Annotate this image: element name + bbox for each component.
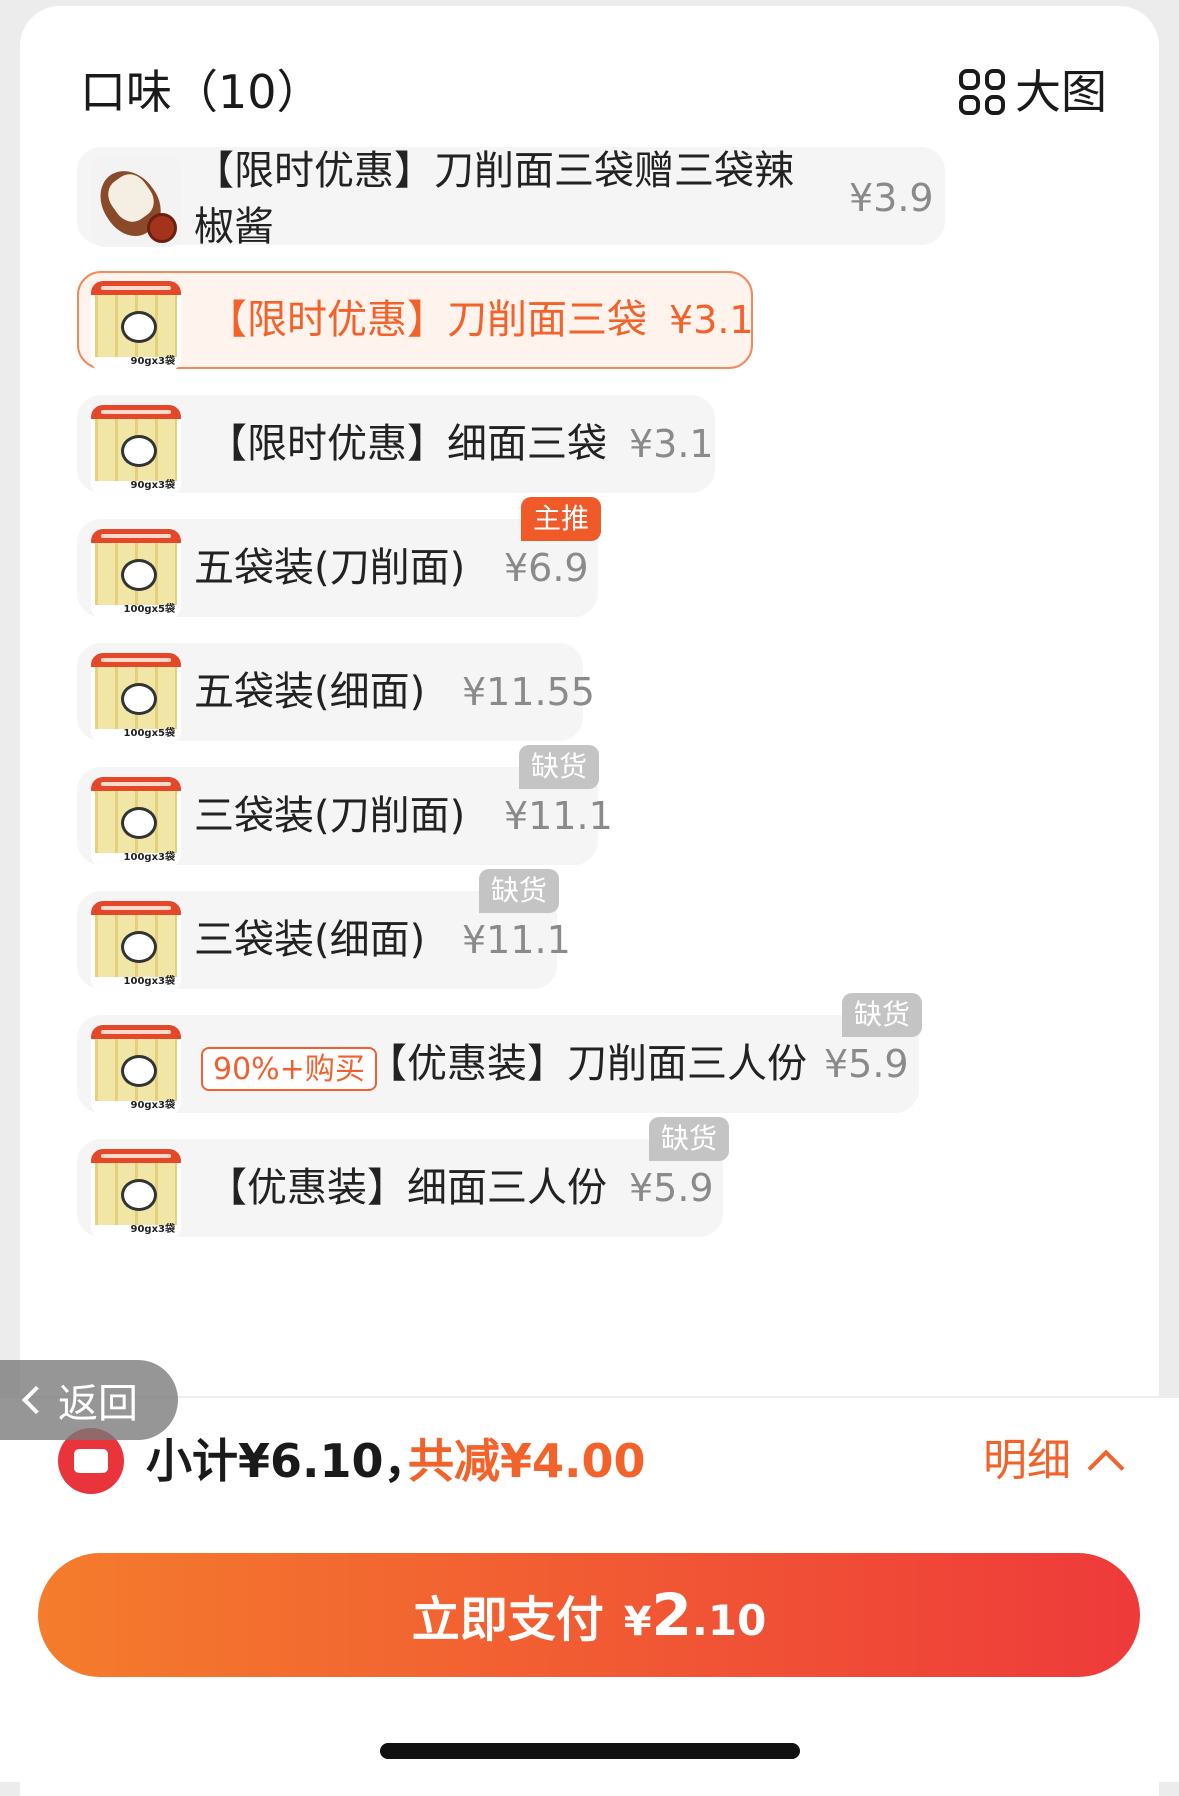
product-thumbnail bbox=[91, 157, 181, 247]
out-of-stock-badge: 缺货 bbox=[519, 745, 600, 789]
out-of-stock-badge: 缺货 bbox=[842, 993, 923, 1037]
option-name: 【限时优惠】刀削面三袋 bbox=[207, 297, 647, 343]
detail-toggle[interactable]: 明细 bbox=[983, 1428, 1125, 1494]
product-thumbnail: 100gx5袋 bbox=[91, 653, 181, 743]
option-name: 【优惠装】刀削面三人份 bbox=[367, 1041, 807, 1087]
product-thumbnail: 90gx3袋 bbox=[91, 1025, 181, 1115]
big-view-toggle[interactable]: 大图 bbox=[959, 64, 1107, 120]
option-name: 【限时优惠】细面三袋 bbox=[207, 421, 607, 467]
option-price: ¥3.1 bbox=[629, 422, 714, 466]
option-name: 五袋装(刀削面) bbox=[194, 545, 466, 591]
option-price: ¥5.9 bbox=[629, 1166, 714, 1210]
option-item[interactable]: 100gx5袋 五袋装(细面) ¥11.55 bbox=[77, 643, 595, 743]
option-price: ¥11.55 bbox=[462, 670, 595, 714]
option-item-selected[interactable]: 90gx3袋 【限时优惠】刀削面三袋 ¥3.1 bbox=[77, 271, 754, 371]
option-item[interactable]: 90gx3袋 90%+购买 【优惠装】刀削面三人份 ¥5.9 缺货 bbox=[77, 993, 923, 1115]
pay-now-button[interactable]: 立即支付 ¥2.10 bbox=[38, 1553, 1140, 1677]
recommend-badge: 主推 bbox=[521, 497, 602, 541]
home-indicator[interactable] bbox=[380, 1743, 800, 1759]
option-price: ¥3.9 bbox=[849, 176, 934, 220]
section-title: 口味（10） bbox=[80, 65, 323, 119]
checkout-footer: 小计¥6.10， 共减¥4.00 明细 立即支付 ¥2.10 bbox=[0, 1396, 1179, 1782]
option-name: 三袋装(细面) bbox=[194, 917, 426, 963]
pay-label: 立即支付 bbox=[411, 1592, 604, 1648]
out-of-stock-badge: 缺货 bbox=[649, 1117, 730, 1161]
option-item[interactable]: 100gx3袋 三袋装(细面) ¥11.1 缺货 bbox=[77, 869, 571, 991]
option-name: 五袋装(细面) bbox=[194, 669, 426, 715]
product-thumbnail: 100gx5袋 bbox=[91, 529, 181, 619]
chevron-up-icon bbox=[1087, 1449, 1125, 1487]
promo-chip: 90%+购买 bbox=[201, 1047, 377, 1091]
option-price: ¥3.1 bbox=[669, 298, 754, 342]
product-thumbnail: 90gx3袋 bbox=[91, 405, 181, 495]
option-item[interactable]: 90gx3袋 【优惠装】细面三人份 ¥5.9 缺货 bbox=[77, 1117, 730, 1239]
product-thumbnail: 100gx3袋 bbox=[91, 777, 181, 867]
option-price: ¥6.9 bbox=[504, 546, 589, 590]
option-item[interactable]: 90gx3袋 【限时优惠】细面三袋 ¥3.1 bbox=[77, 395, 715, 495]
option-name: 【限时优惠】刀削面三袋赠三袋辣椒酱 bbox=[194, 148, 794, 250]
product-thumbnail: 90gx3袋 bbox=[91, 1149, 181, 1239]
back-label: 返回 bbox=[58, 1381, 138, 1427]
option-price: ¥11.1 bbox=[462, 918, 571, 962]
pay-amount: ¥2.10 bbox=[623, 1581, 767, 1649]
option-name: 【优惠装】细面三人份 bbox=[207, 1165, 607, 1211]
product-thumbnail: 90gx3袋 bbox=[91, 281, 181, 371]
detail-label: 明细 bbox=[983, 1435, 1071, 1486]
option-price: ¥5.9 bbox=[824, 1042, 909, 1086]
option-price: ¥11.1 bbox=[504, 794, 613, 838]
option-item[interactable]: 【限时优惠】刀削面三袋赠三袋辣椒酱 ¥3.9 bbox=[77, 147, 945, 250]
discount-text: 共减¥4.00 bbox=[408, 1434, 646, 1488]
product-thumbnail: 100gx3袋 bbox=[91, 901, 181, 991]
subtotal-text: 小计¥6.10， bbox=[146, 1434, 430, 1488]
option-item[interactable]: 100gx3袋 三袋装(刀削面) ¥11.1 缺货 bbox=[77, 745, 613, 867]
option-name: 三袋装(刀削面) bbox=[194, 793, 466, 839]
back-button[interactable]: 返回 bbox=[0, 1360, 178, 1440]
chevron-left-icon bbox=[21, 1385, 51, 1415]
big-view-label: 大图 bbox=[1015, 65, 1107, 119]
grid-view-icon bbox=[959, 69, 1005, 115]
out-of-stock-badge: 缺货 bbox=[479, 869, 560, 913]
option-item[interactable]: 100gx5袋 五袋装(刀削面) ¥6.9 主推 bbox=[77, 497, 602, 619]
